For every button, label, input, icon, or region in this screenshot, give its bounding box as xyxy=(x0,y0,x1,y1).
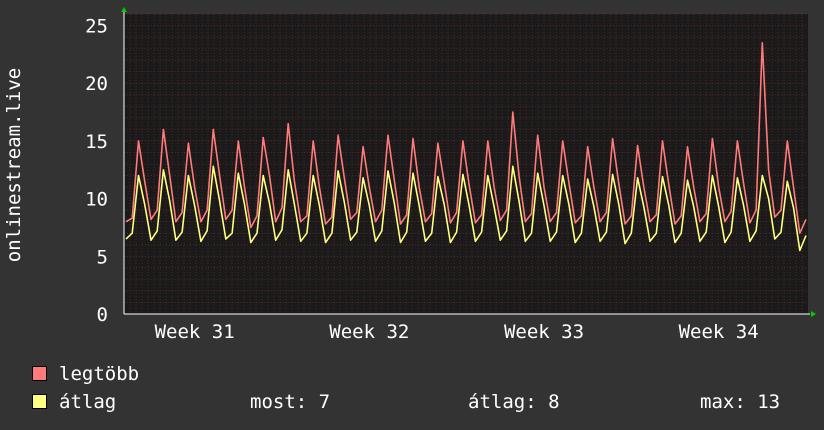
legend-swatch-avg xyxy=(32,394,47,409)
legend-item-max: legtöbb xyxy=(32,363,139,385)
x-tick-label: Week 34 xyxy=(679,321,759,343)
y-tick-label: 15 xyxy=(85,131,108,153)
y-tick-label: 0 xyxy=(97,304,108,326)
x-tick-label: Week 33 xyxy=(504,321,584,343)
y-axis-arrow-icon xyxy=(121,7,127,12)
y-axis-label: onlinestream.live xyxy=(3,68,25,262)
legend-swatch-max xyxy=(32,366,47,381)
legend-item-avg: átlag xyxy=(32,391,116,413)
y-tick-label: 25 xyxy=(85,16,108,38)
y-tick-label: 10 xyxy=(85,189,108,211)
y-tick-label: 5 xyxy=(97,246,108,268)
x-tick-label: Week 32 xyxy=(329,321,409,343)
x-tick-label: Week 31 xyxy=(155,321,235,343)
stat-now: most: 7 xyxy=(250,391,331,413)
stat-max: max: 13 xyxy=(700,391,781,413)
legend-label-avg: átlag xyxy=(59,391,117,413)
stat-average: átlag: 8 xyxy=(468,391,560,413)
y-tick-label: 20 xyxy=(85,73,108,95)
legend-label-max: legtöbb xyxy=(59,363,140,385)
x-axis-arrow-icon xyxy=(811,311,816,317)
